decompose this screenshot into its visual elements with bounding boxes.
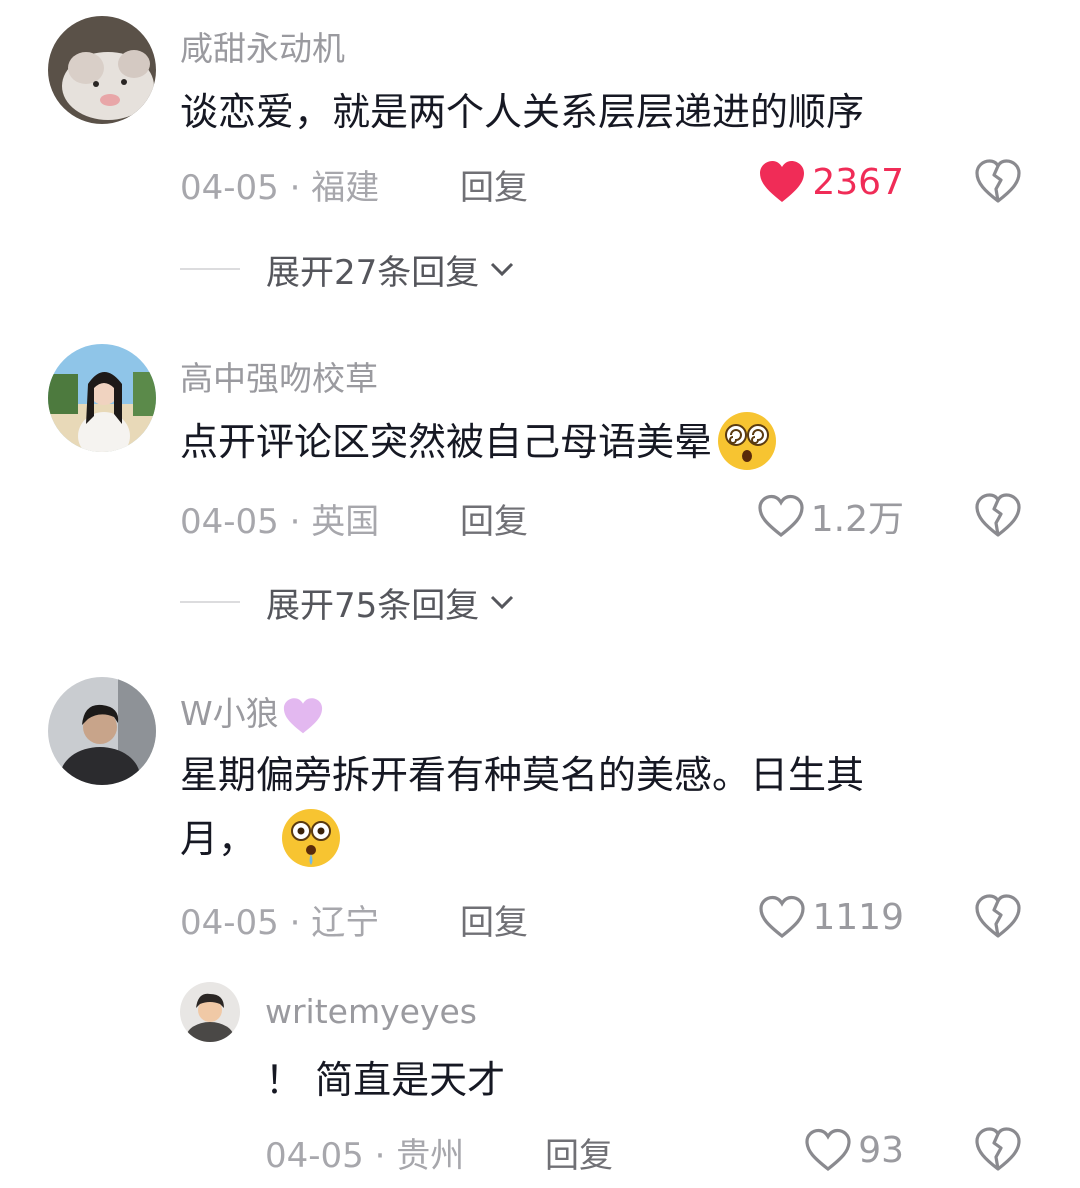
comment-date: 04-05 bbox=[265, 1136, 364, 1176]
dislike-button[interactable] bbox=[974, 158, 1022, 206]
broken-heart-icon bbox=[975, 159, 1021, 203]
comment-location: 英国 bbox=[311, 502, 380, 542]
comment-location: 福建 bbox=[311, 168, 380, 208]
username-text: W小狼 bbox=[180, 694, 279, 733]
username[interactable]: W小狼 bbox=[180, 687, 325, 736]
like-count: 2367 bbox=[812, 161, 904, 203]
comment-text: 谈恋爱，就是两个人关系层层递进的顺序 bbox=[180, 90, 865, 134]
reply-button[interactable]: 回复 bbox=[460, 494, 528, 543]
avatar[interactable] bbox=[48, 677, 156, 785]
expand-replies-button[interactable]: 展开27条回复 bbox=[180, 245, 517, 293]
reply-button[interactable]: 回复 bbox=[545, 1128, 613, 1177]
reply-item: writemyeyes ！ 简直是天才 04-05 · 贵州 回复 93 bbox=[0, 970, 1080, 1188]
broken-heart-icon bbox=[975, 894, 1021, 938]
heart-outline-icon bbox=[759, 895, 805, 939]
like-button[interactable]: 1119 bbox=[758, 893, 904, 941]
meta-separator: · bbox=[278, 502, 312, 542]
comment-date: 04-05 bbox=[180, 502, 279, 542]
heart-outline-icon bbox=[758, 494, 804, 538]
broken-heart-icon bbox=[975, 1127, 1021, 1171]
comment-meta: 04-05 · 英国 回复 bbox=[180, 494, 580, 542]
comment-meta: 04-05 · 福建 回复 bbox=[180, 160, 580, 208]
username[interactable]: writemyeyes bbox=[265, 992, 477, 1031]
chevron-down-icon bbox=[491, 595, 514, 610]
dislike-button[interactable] bbox=[974, 1126, 1022, 1174]
drooling-face-emoji bbox=[282, 808, 341, 867]
divider-line bbox=[180, 268, 240, 270]
expand-replies-button[interactable]: 展开75条回复 bbox=[180, 578, 517, 626]
comment-text-content: 月， bbox=[180, 817, 257, 861]
dizzy-face-emoji bbox=[718, 411, 777, 470]
comment-text: ！ 简直是天才 bbox=[265, 1058, 506, 1102]
heart-filled-icon bbox=[760, 161, 805, 202]
comment-item: W小狼 星期偏旁拆开看有种莫名的美感。日生其 月， 04-05 · 辽宁 回复 … bbox=[0, 665, 1080, 965]
meta-separator: · bbox=[363, 1136, 397, 1176]
comment-date: 04-05 bbox=[180, 903, 279, 943]
expand-label: 展开75条回复 bbox=[266, 585, 480, 626]
comment-meta: 04-05 · 辽宁 回复 bbox=[180, 895, 580, 943]
comment-text: 点开评论区突然被自己母语美晕 bbox=[180, 410, 778, 474]
comment-text-line: 月， bbox=[180, 807, 864, 871]
meta-separator: · bbox=[278, 168, 312, 208]
like-button[interactable]: 1.2万 bbox=[757, 492, 904, 540]
reply-button[interactable]: 回复 bbox=[460, 160, 528, 209]
heart-outline-icon bbox=[805, 1128, 851, 1172]
chevron-down-icon bbox=[491, 262, 514, 277]
username[interactable]: 高中强吻校草 bbox=[180, 352, 378, 400]
broken-heart-icon bbox=[975, 493, 1021, 537]
comment-meta: 04-05 · 贵州 回复 bbox=[265, 1128, 665, 1176]
comment-date: 04-05 bbox=[180, 168, 279, 208]
reply-button[interactable]: 回复 bbox=[460, 895, 528, 944]
avatar[interactable] bbox=[180, 982, 240, 1042]
meta-separator: · bbox=[278, 903, 312, 943]
like-button[interactable]: 93 bbox=[804, 1126, 904, 1174]
avatar[interactable] bbox=[48, 344, 156, 452]
dislike-button[interactable] bbox=[974, 893, 1022, 941]
username[interactable]: 咸甜永动机 bbox=[180, 22, 345, 70]
comment-item: 高中强吻校草 点开评论区突然被自己母语美晕 04-05 · 英国 回复 1.2万… bbox=[0, 330, 1080, 650]
comment-location: 贵州 bbox=[396, 1136, 465, 1176]
expand-label: 展开27条回复 bbox=[266, 252, 480, 293]
like-count: 1119 bbox=[812, 896, 904, 938]
divider-line bbox=[180, 601, 240, 603]
purple-heart-emoji bbox=[283, 697, 322, 733]
like-count: 93 bbox=[858, 1129, 904, 1171]
like-count: 1.2万 bbox=[810, 499, 904, 540]
comment-text: 星期偏旁拆开看有种莫名的美感。日生其 月， bbox=[180, 743, 864, 871]
comment-text-content: 点开评论区突然被自己母语美晕 bbox=[180, 420, 713, 464]
comment-item: 咸甜永动机 谈恋爱，就是两个人关系层层递进的顺序 04-05 · 福建 回复 2… bbox=[0, 0, 1080, 320]
dislike-button[interactable] bbox=[974, 492, 1022, 540]
comment-location: 辽宁 bbox=[311, 903, 380, 943]
like-button[interactable]: 2367 bbox=[758, 158, 904, 206]
avatar[interactable] bbox=[48, 16, 156, 124]
comment-text-line: 星期偏旁拆开看有种莫名的美感。日生其 bbox=[180, 753, 865, 797]
